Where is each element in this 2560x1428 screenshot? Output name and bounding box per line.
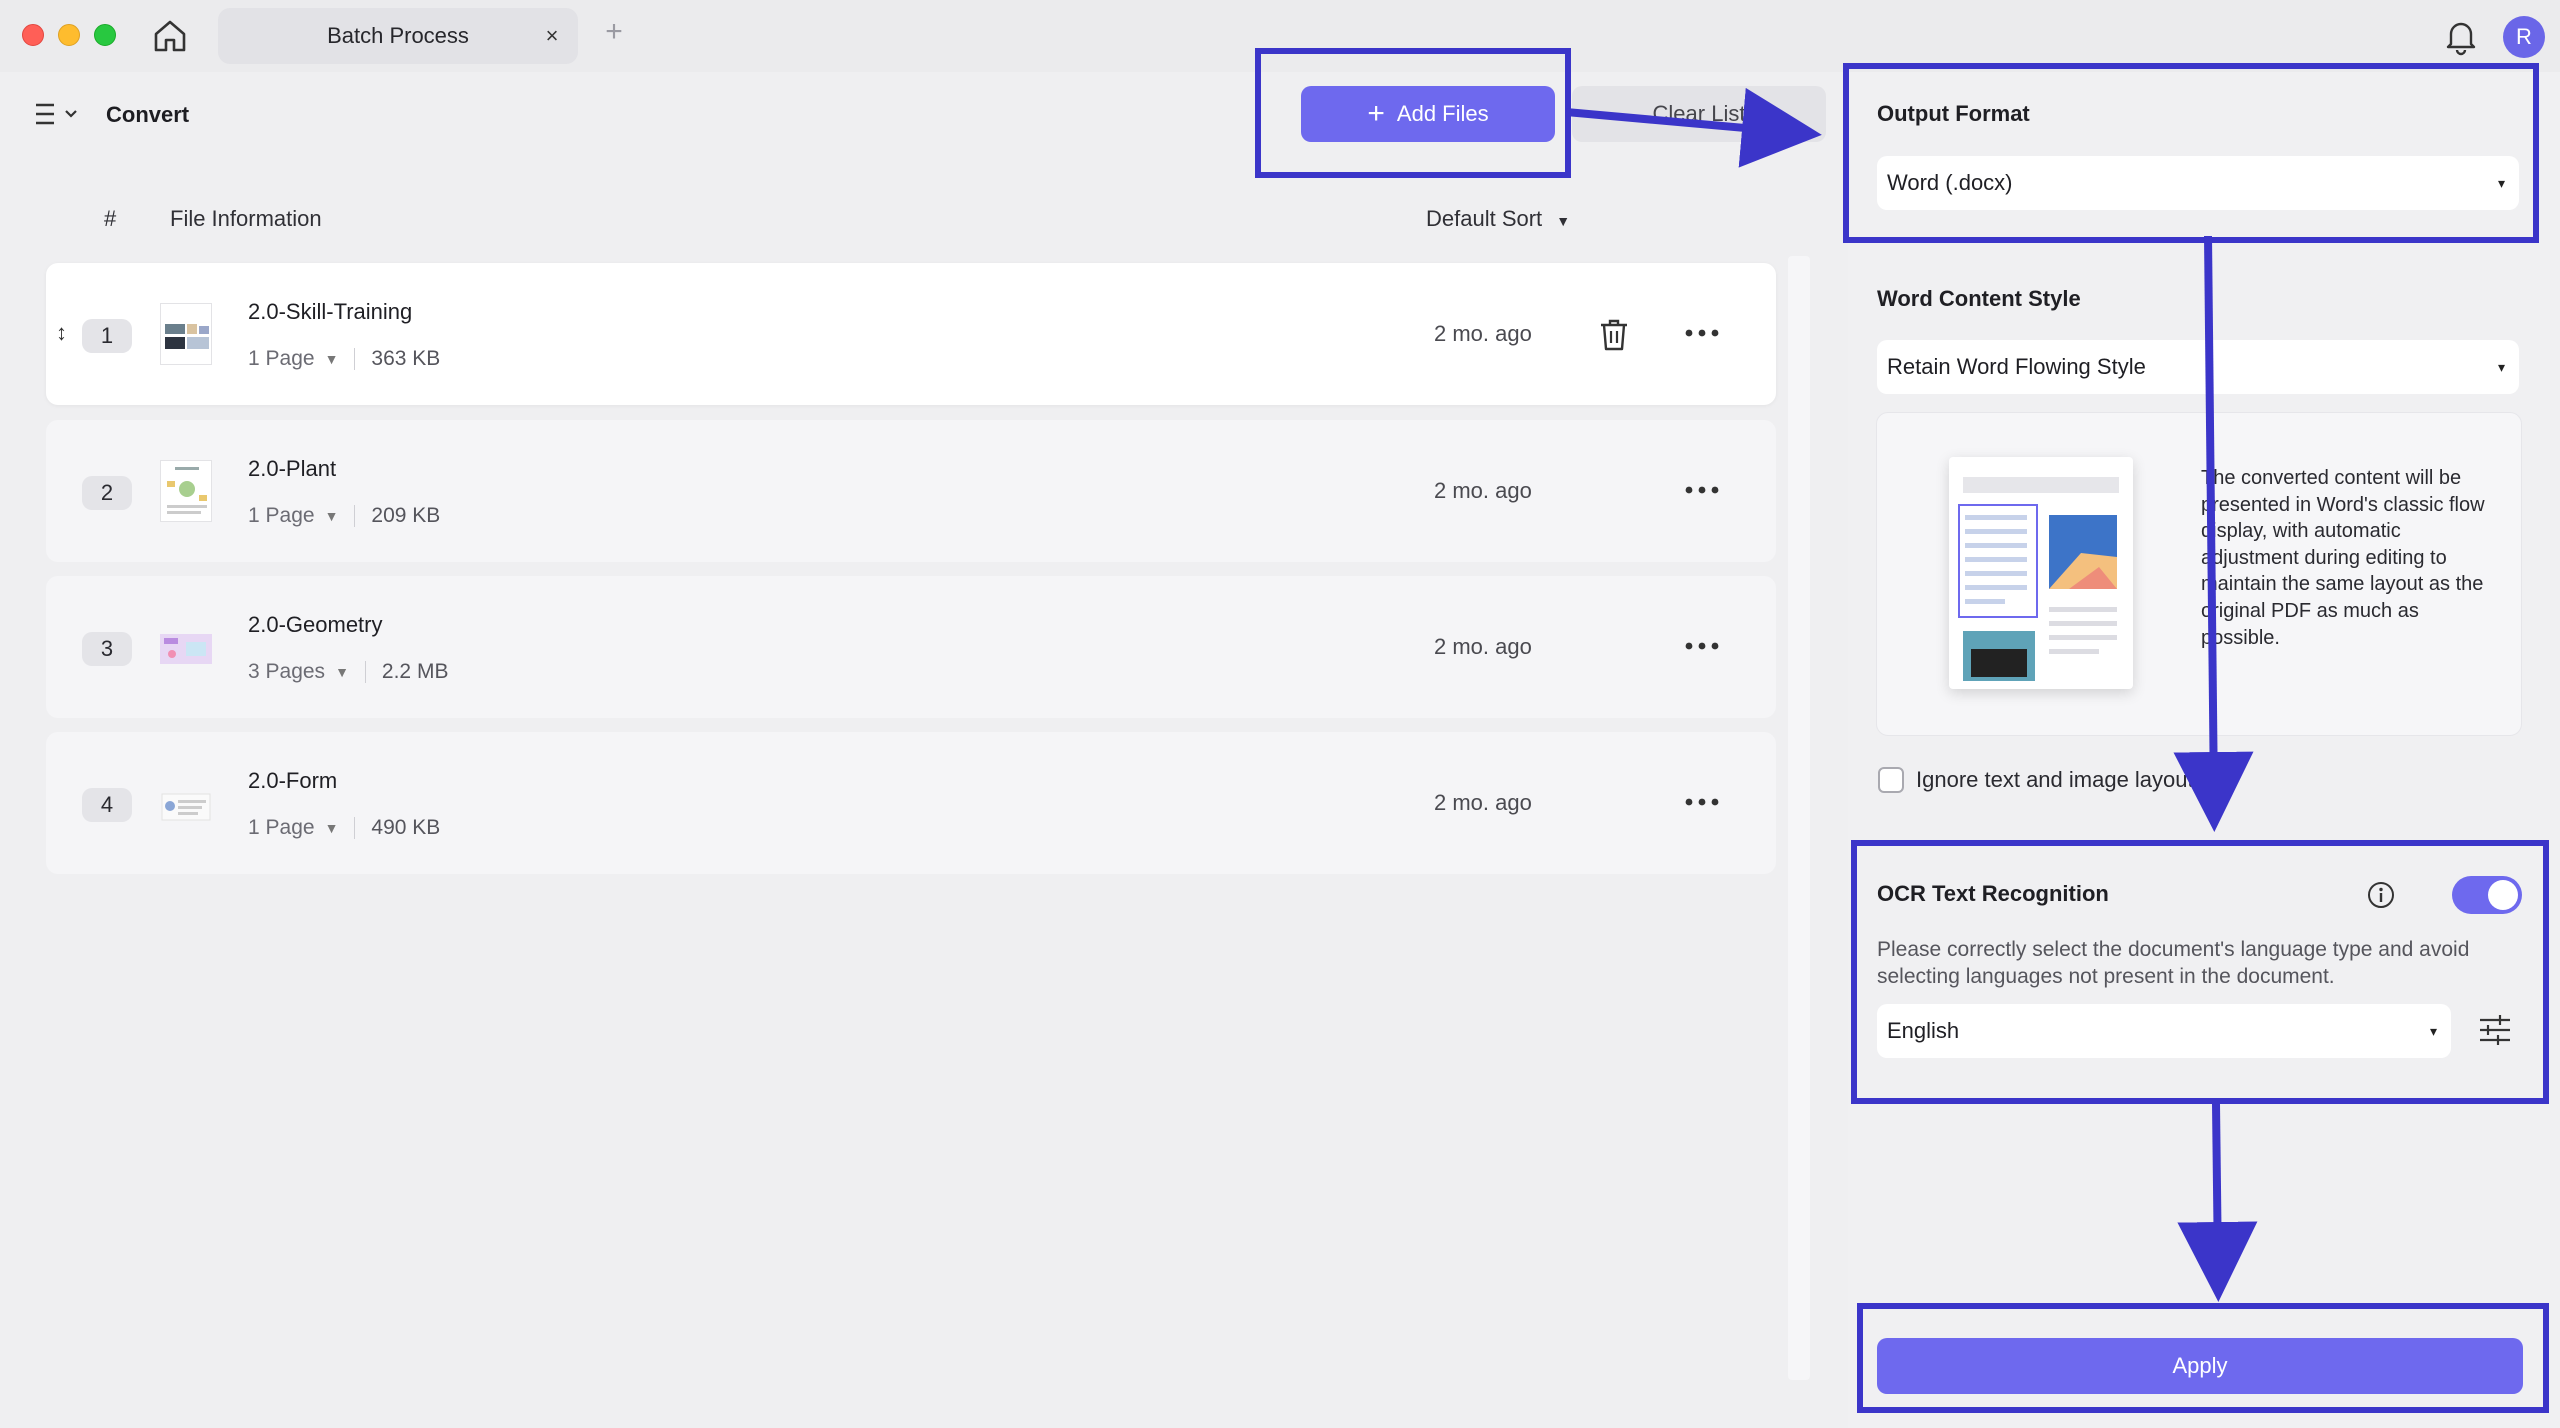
row-number: 3 <box>82 632 132 666</box>
info-icon[interactable] <box>2366 880 2396 910</box>
chevron-down-icon: ▼ <box>1556 213 1571 229</box>
drag-handle-icon[interactable]: ↕ <box>56 320 67 346</box>
apply-button[interactable]: Apply <box>1877 1338 2523 1394</box>
file-modified-time: 2 mo. ago <box>1434 790 1532 815</box>
caret-down-icon: ▾ <box>2497 359 2505 375</box>
ocr-language-select[interactable]: English ▾ <box>1877 1004 2451 1058</box>
list-scrollbar[interactable] <box>1788 256 1810 1380</box>
file-name: 2.0-Geometry <box>248 612 383 637</box>
file-size: 2.2 MB <box>381 660 449 683</box>
ignore-layout-checkbox[interactable] <box>1878 767 1904 793</box>
column-header-number: # <box>104 206 117 231</box>
ocr-language-value: English <box>1887 1018 1960 1043</box>
output-format-value: Word (.docx) <box>1887 170 2013 195</box>
file-size: 363 KB <box>371 347 441 370</box>
file-thumbnail <box>160 460 212 522</box>
plus-icon: + <box>1367 97 1385 130</box>
file-size: 209 KB <box>371 504 441 527</box>
file-meta: 1 Page ▼ 209 KB <box>248 504 440 528</box>
sort-label: Default Sort <box>1426 206 1543 231</box>
file-meta: 1 Page ▼ 490 KB <box>248 816 440 840</box>
style-preview-card: The converted content will be presented … <box>1876 412 2522 736</box>
file-modified-time: 2 mo. ago <box>1434 478 1532 503</box>
title-bar: Batch Process × + R <box>0 0 2560 72</box>
page-count-dropdown[interactable]: 3 Pages <box>248 660 325 684</box>
more-options-icon[interactable] <box>1684 480 1720 500</box>
file-row-2[interactable]: 2 2.0-Plant 1 Page ▼ 209 KB 2 mo. ago <box>46 420 1776 562</box>
chevron-down-icon: ▼ <box>324 820 339 836</box>
file-thumbnail <box>160 303 212 365</box>
chevron-down-icon: ▼ <box>335 664 349 680</box>
close-window-button[interactable] <box>22 24 44 46</box>
file-size: 490 KB <box>371 816 441 839</box>
word-content-style-select[interactable]: Retain Word Flowing Style ▾ <box>1877 340 2519 394</box>
chevron-down-icon: ▼ <box>324 508 339 524</box>
row-number: 1 <box>82 319 132 353</box>
page-title: Convert <box>106 102 190 127</box>
tab-close-icon[interactable]: × <box>538 22 566 50</box>
document-preview-image <box>1949 457 2133 689</box>
style-description: The converted content will be presented … <box>2201 467 2485 649</box>
chevron-down-icon: ▼ <box>324 351 339 367</box>
new-tab-icon[interactable]: + <box>596 14 632 50</box>
file-thumbnail <box>160 616 212 678</box>
file-modified-time: 2 mo. ago <box>1434 321 1532 346</box>
avatar[interactable]: R <box>2503 16 2545 58</box>
sliders-icon[interactable] <box>2478 1012 2512 1048</box>
file-modified-time: 2 mo. ago <box>1434 634 1532 659</box>
word-content-style-value: Retain Word Flowing Style <box>1887 354 2146 379</box>
home-icon[interactable] <box>150 16 190 56</box>
ocr-description: Please correctly select the document's l… <box>1877 938 2470 988</box>
add-files-button[interactable]: + Add Files <box>1301 86 1555 142</box>
bell-icon[interactable] <box>2442 16 2480 56</box>
file-name: 2.0-Skill-Training <box>248 299 413 324</box>
ocr-title: OCR Text Recognition <box>1877 881 2109 906</box>
more-options-icon[interactable] <box>1684 792 1720 812</box>
word-content-style-title: Word Content Style <box>1877 286 2081 311</box>
file-row-4[interactable]: 4 2.0-Form 1 Page ▼ 490 KB 2 mo. ago <box>46 732 1776 874</box>
more-options-icon[interactable] <box>1684 636 1720 656</box>
output-format-title: Output Format <box>1877 101 2030 126</box>
row-number: 2 <box>82 476 132 510</box>
add-files-label: Add Files <box>1396 101 1489 126</box>
clear-list-button[interactable]: Clear List <box>1572 86 1826 142</box>
zoom-window-button[interactable] <box>94 24 116 46</box>
column-header-file-information: File Information <box>170 206 322 231</box>
file-meta: 1 Page ▼ 363 KB <box>248 347 440 371</box>
file-thumbnail <box>160 772 212 834</box>
row-number: 4 <box>82 788 132 822</box>
file-name: 2.0-Form <box>248 768 338 793</box>
sort-dropdown[interactable]: Default Sort ▼ <box>1426 206 1570 232</box>
menu-icon[interactable] <box>34 100 84 130</box>
file-row-3[interactable]: 3 2.0-Geometry 3 Pages ▼ 2.2 MB 2 mo. ag… <box>46 576 1776 718</box>
ignore-layout-label: Ignore text and image layout <box>1916 767 2194 792</box>
ocr-toggle[interactable] <box>2452 876 2522 914</box>
caret-down-icon: ▾ <box>2497 175 2505 191</box>
trash-icon[interactable] <box>1594 315 1634 355</box>
file-name: 2.0-Plant <box>248 456 337 481</box>
minimize-window-button[interactable] <box>58 24 80 46</box>
file-meta: 3 Pages ▼ 2.2 MB <box>248 660 448 684</box>
tab-batch-process[interactable]: Batch Process × <box>218 8 578 64</box>
output-format-select[interactable]: Word (.docx) ▾ <box>1877 156 2519 210</box>
page-count-dropdown[interactable]: 1 Page <box>248 504 315 528</box>
caret-down-icon: ▾ <box>2429 1023 2437 1039</box>
settings-panel <box>1848 72 2560 1428</box>
file-row-1[interactable]: ↕ 1 2.0-Skill-Training 1 Page ▼ 363 KB 2… <box>46 263 1776 405</box>
tab-label: Batch Process <box>327 23 469 48</box>
page-count-dropdown[interactable]: 1 Page <box>248 816 315 840</box>
page-count-dropdown[interactable]: 1 Page <box>248 347 315 371</box>
more-options-icon[interactable] <box>1684 323 1720 343</box>
